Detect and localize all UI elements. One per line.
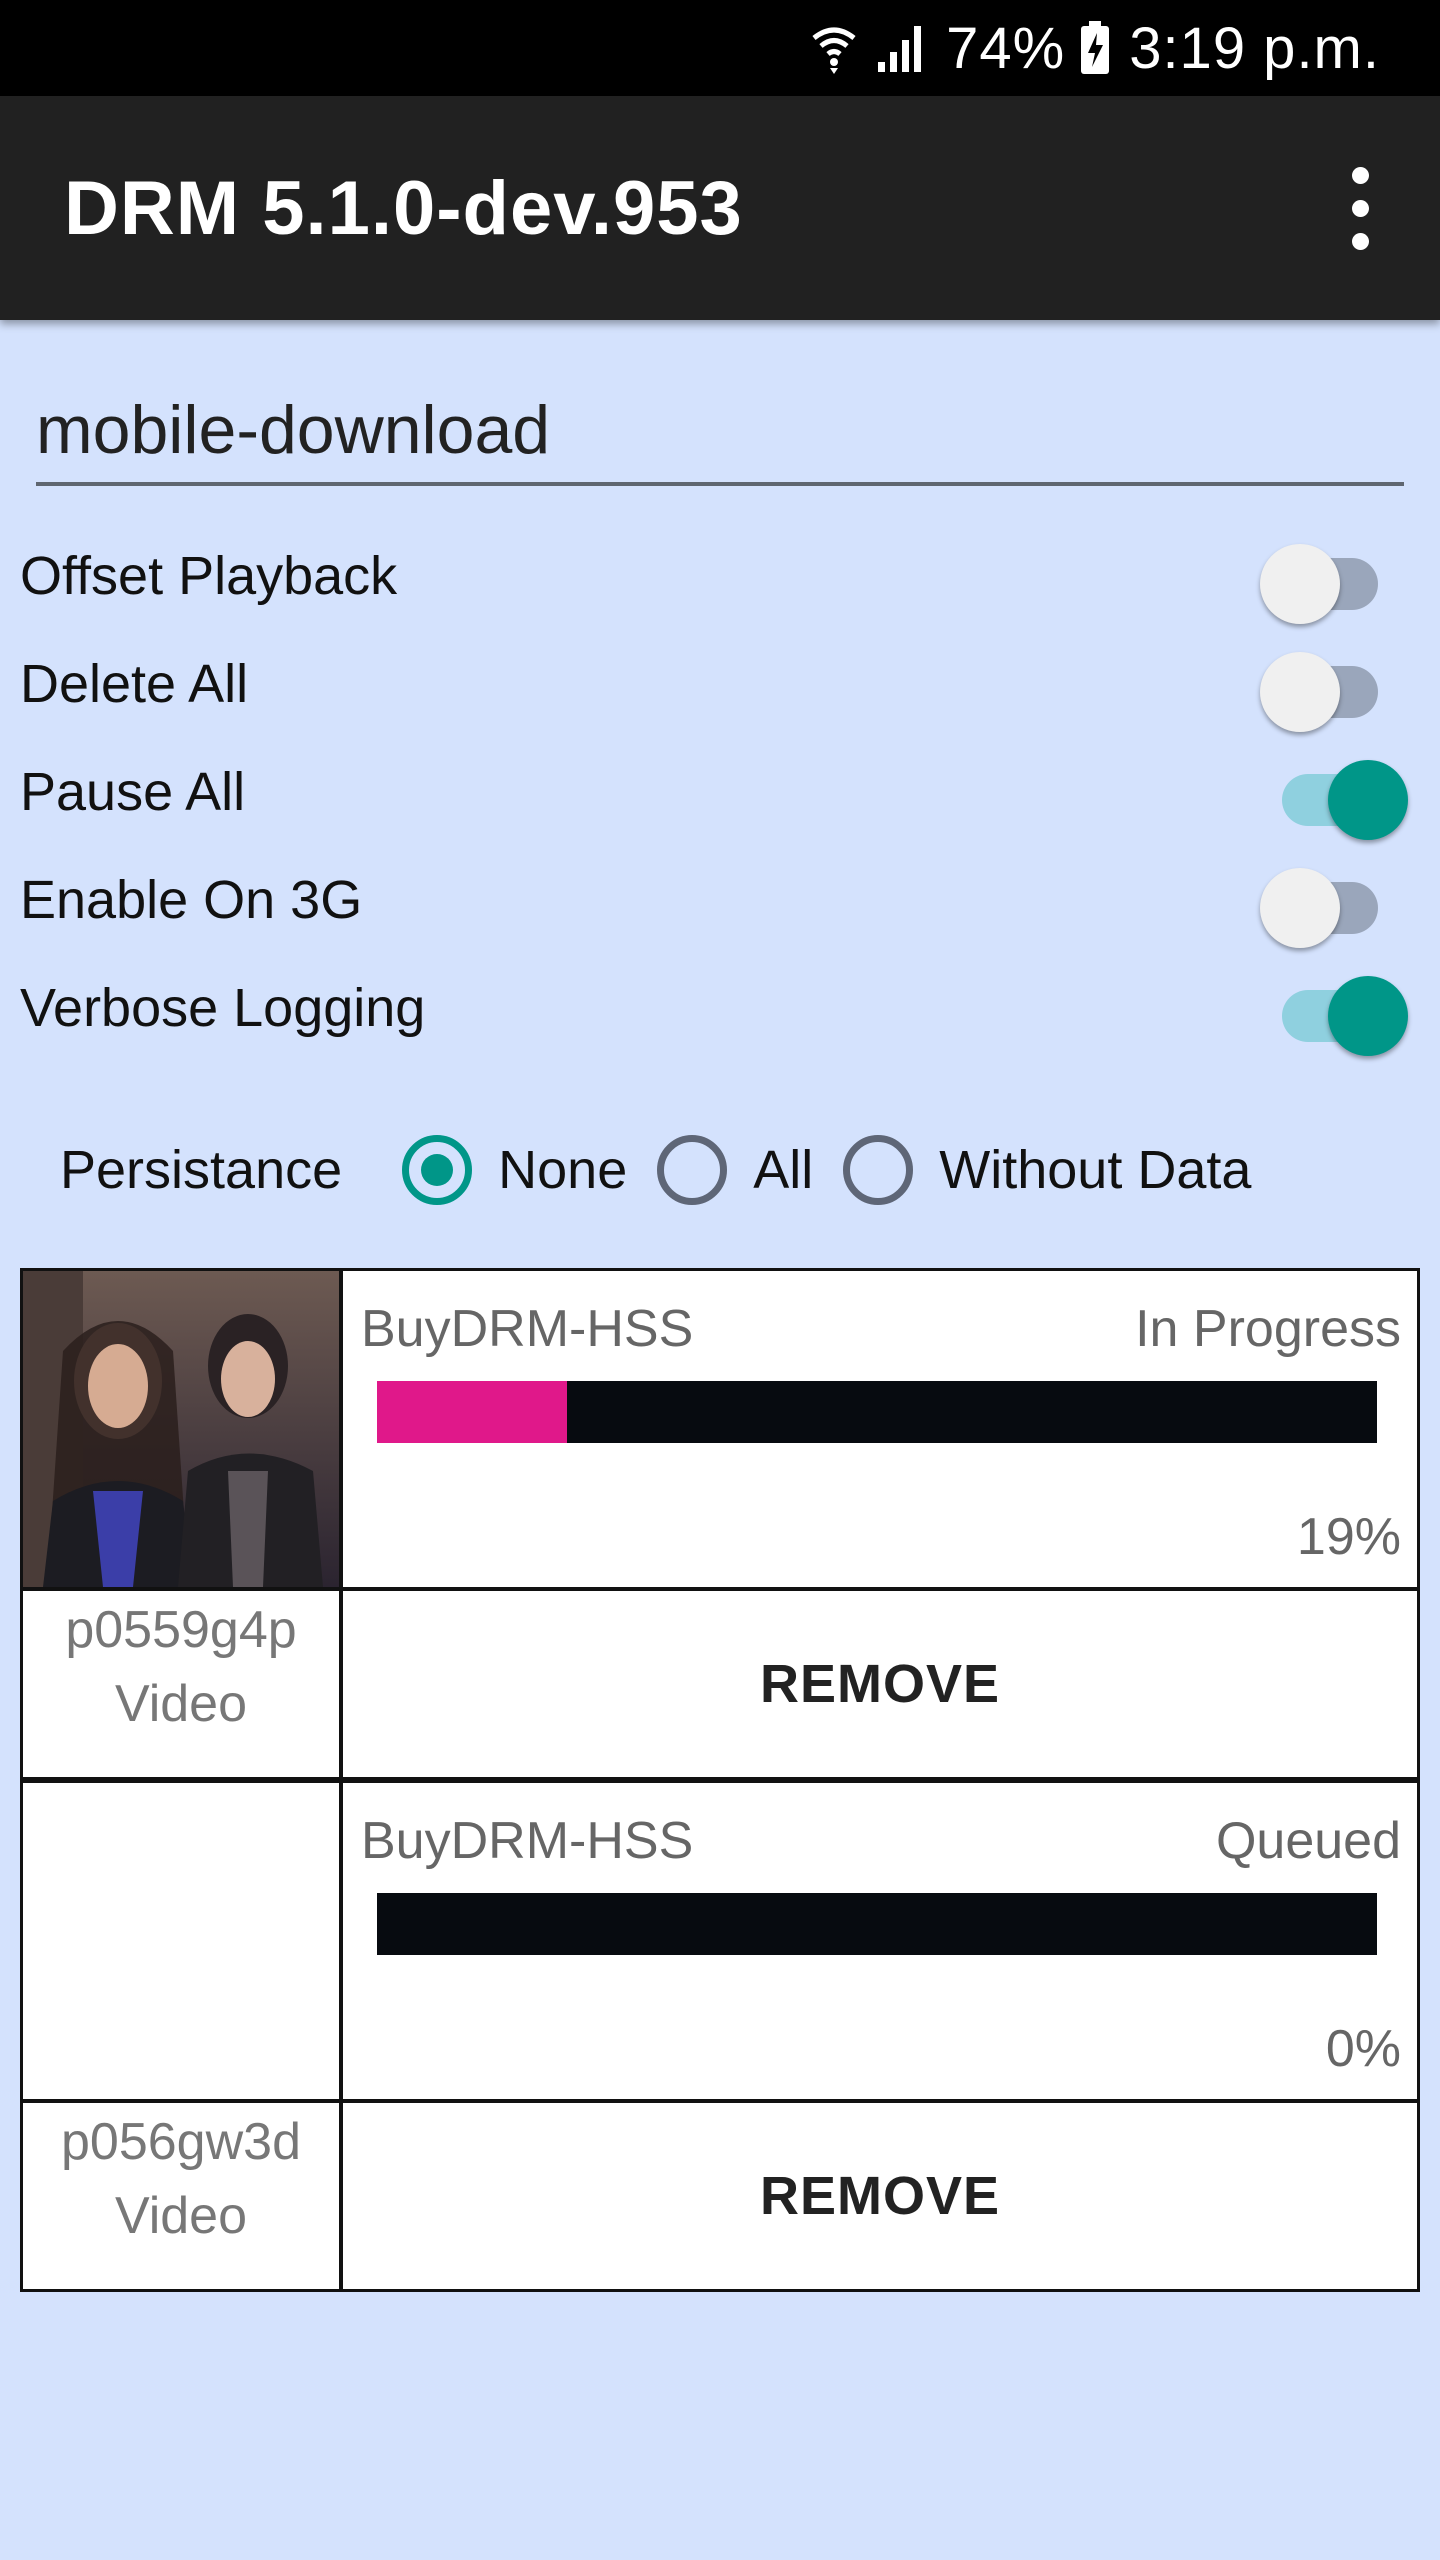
empty-thumbnail-cell xyxy=(20,1780,342,2102)
radio-none[interactable]: None xyxy=(402,1135,627,1205)
download-type: Video xyxy=(114,1675,248,1733)
download-state: In Progress xyxy=(1135,1300,1401,1358)
download-info-cell: BuyDRM-HSS Queued 0% xyxy=(340,1780,1420,2102)
radio-unchecked-icon xyxy=(843,1135,914,1205)
configuration-input-wrapper xyxy=(36,380,1404,490)
download-progress-bar xyxy=(377,1893,1377,1955)
switch-thumb xyxy=(1260,868,1340,948)
download-progress-text: 0% xyxy=(1325,2020,1401,2078)
radio-label: Without Data xyxy=(939,1140,1252,1200)
battery-charging-icon xyxy=(1079,21,1111,75)
clock: 3:19 p.m. xyxy=(1129,15,1380,81)
persistence-label: Persistance xyxy=(60,1140,343,1200)
remove-button[interactable]: REMOVE xyxy=(340,2100,1420,2292)
setting-enable-on-3g: Enable On 3G xyxy=(20,846,1400,954)
enable-on-3g-switch[interactable] xyxy=(1260,855,1400,948)
download-id-cell: p056gw3d Video xyxy=(20,2100,342,2292)
battery-percent: 74% xyxy=(946,15,1066,81)
download-provider: BuyDRM-HSS xyxy=(361,1812,694,1870)
switch-thumb xyxy=(1328,760,1408,840)
setting-label: Offset Playback xyxy=(20,546,398,606)
app-bar: DRM 5.1.0-dev.953 xyxy=(0,96,1440,320)
download-type: Video xyxy=(114,2187,248,2245)
verbose-logging-switch[interactable] xyxy=(1260,963,1408,1056)
input-underline xyxy=(36,482,1404,486)
setting-offset-playback: Offset Playback xyxy=(20,522,1400,630)
switch-thumb xyxy=(1328,976,1408,1056)
menu-dot xyxy=(1351,232,1369,250)
download-id: p0559g4p xyxy=(65,1601,297,1659)
configuration-input[interactable] xyxy=(36,380,1404,480)
setting-label: Verbose Logging xyxy=(20,978,426,1038)
download-provider: BuyDRM-HSS xyxy=(361,1300,694,1358)
app-title: DRM 5.1.0-dev.953 xyxy=(64,165,743,251)
remove-button[interactable]: REMOVE xyxy=(340,1588,1420,1780)
switch-thumb xyxy=(1260,544,1340,624)
signal-icon xyxy=(876,22,928,74)
radio-label: None xyxy=(498,1140,628,1200)
setting-verbose-logging: Verbose Logging xyxy=(20,954,1408,1062)
persistence-radio-group: Persistance None All Without Data xyxy=(60,1120,1281,1220)
download-info-cell: BuyDRM-HSS In Progress 19% xyxy=(340,1268,1420,1590)
menu-dot xyxy=(1351,166,1369,184)
setting-label: Pause All xyxy=(20,762,246,822)
offset-playback-switch[interactable] xyxy=(1260,531,1400,624)
download-id: p056gw3d xyxy=(61,2113,301,2171)
pause-all-switch[interactable] xyxy=(1260,747,1408,840)
setting-label: Enable On 3G xyxy=(20,870,363,930)
radio-unchecked-icon xyxy=(657,1135,728,1205)
radio-without-data[interactable]: Without Data xyxy=(843,1135,1251,1205)
status-bar: 74% 3:19 p.m. xyxy=(0,0,1440,96)
video-thumbnail xyxy=(20,1268,342,1590)
switch-thumb xyxy=(1260,652,1340,732)
download-id-cell: p0559g4p Video xyxy=(20,1588,342,1780)
setting-label: Delete All xyxy=(20,654,249,714)
delete-all-switch[interactable] xyxy=(1260,639,1400,732)
radio-checked-icon xyxy=(402,1135,473,1205)
radio-all[interactable]: All xyxy=(657,1135,813,1205)
progress-fill xyxy=(377,1381,567,1443)
more-vert-icon[interactable] xyxy=(1320,148,1400,268)
download-progress-text: 19% xyxy=(1296,1508,1401,1566)
menu-dot xyxy=(1351,199,1369,217)
wifi-icon xyxy=(810,22,858,74)
setting-pause-all: Pause All xyxy=(20,738,1408,846)
download-state: Queued xyxy=(1215,1812,1401,1870)
setting-delete-all: Delete All xyxy=(20,630,1400,738)
download-progress-bar xyxy=(377,1381,1377,1443)
radio-label: All xyxy=(753,1140,814,1200)
